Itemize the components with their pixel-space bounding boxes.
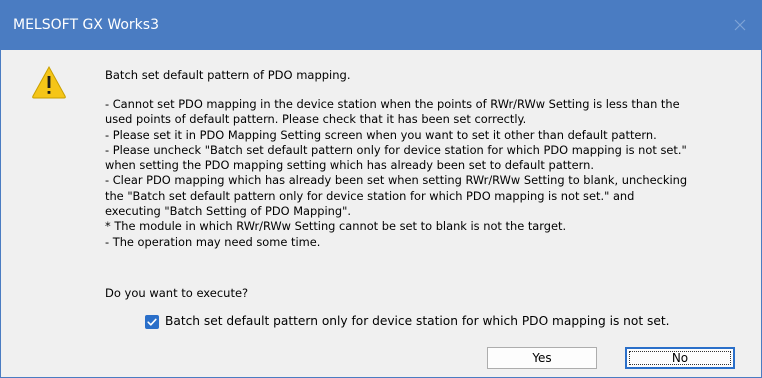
message-line: when setting the PDO mapping setting whi… — [105, 158, 594, 173]
message-body: - Cannot set PDO mapping in the device s… — [105, 97, 687, 250]
message-line: * The module in which RWr/RWw Setting ca… — [105, 219, 567, 234]
message-line: - Please uncheck "Batch set default patt… — [105, 142, 687, 157]
no-button[interactable]: No — [625, 347, 735, 369]
checkmark-icon — [147, 318, 157, 326]
checkbox-label[interactable]: Batch set default pattern only for devic… — [165, 314, 670, 328]
confirm-question: Do you want to execute? — [105, 286, 249, 300]
message-line: - Clear PDO mapping which has already be… — [105, 173, 688, 188]
warning-icon — [31, 65, 67, 99]
message-line: - Please set it in PDO Mapping Setting s… — [105, 127, 657, 142]
message-line: executing "Batch Setting of PDO Mapping"… — [105, 204, 351, 219]
message-line: - The operation may need some time. — [105, 234, 321, 249]
yes-button[interactable]: Yes — [487, 347, 597, 369]
message-title: Batch set default pattern of PDO mapping… — [105, 68, 351, 82]
message-line: the "Batch set default pattern only for … — [105, 188, 635, 203]
default-pattern-checkbox[interactable] — [145, 315, 159, 329]
window-title: MELSOFT GX Works3 — [13, 17, 159, 33]
focus-rectangle — [629, 351, 731, 365]
close-icon — [734, 19, 746, 31]
message-dialog: MELSOFT GX Works3 Batch set default patt… — [0, 0, 762, 378]
title-bar: MELSOFT GX Works3 — [1, 0, 762, 50]
close-button[interactable] — [717, 0, 762, 50]
message-line: used points of default pattern. Please c… — [105, 112, 527, 127]
message-line: - Cannot set PDO mapping in the device s… — [105, 97, 680, 111]
